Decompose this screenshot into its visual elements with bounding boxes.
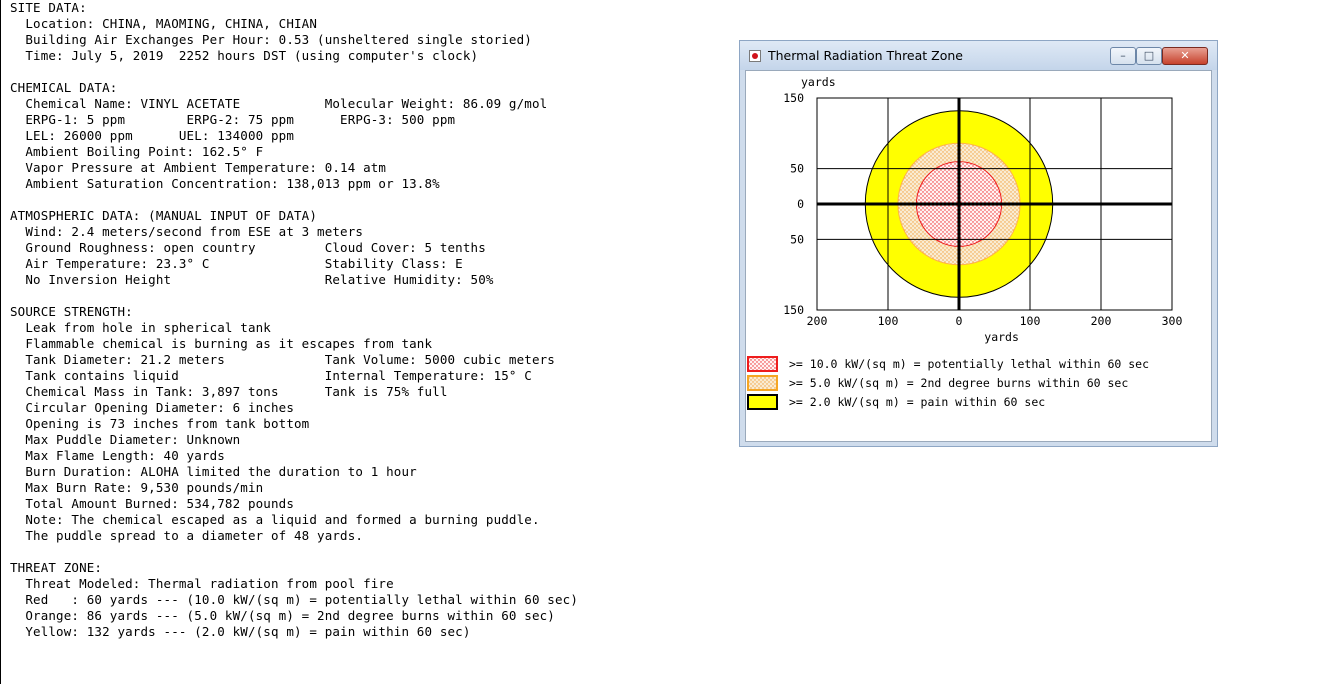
- legend-swatch-red: [747, 356, 778, 372]
- legend-swatch-yellow: [747, 394, 778, 410]
- minimize-button[interactable]: –: [1110, 47, 1136, 65]
- x-tick-label: 200: [807, 314, 828, 328]
- close-button[interactable]: ✕: [1162, 47, 1208, 65]
- report-line: Orange: 86 yards --- (5.0 kW/(sq m) = 2n…: [10, 608, 555, 623]
- window-title: Thermal Radiation Threat Zone: [768, 48, 963, 63]
- text-summary-report: SITE DATA: Location: CHINA, MAOMING, CHI…: [0, 0, 736, 684]
- x-axis-title: yards: [984, 330, 1019, 344]
- report-line: LEL: 26000 ppm UEL: 134000 ppm: [10, 128, 294, 143]
- y-axis-title: yards: [801, 75, 836, 89]
- report-line: ATMOSPHERIC DATA: (MANUAL INPUT OF DATA): [10, 208, 318, 223]
- report-line: Circular Opening Diameter: 6 inches: [10, 400, 294, 415]
- y-tick-label: 150: [783, 303, 804, 317]
- report-line: Air Temperature: 23.3° C Stability Class…: [10, 256, 463, 271]
- report-line: Ambient Saturation Concentration: 138,01…: [10, 176, 440, 191]
- report-line: Flammable chemical is burning as it esca…: [10, 336, 433, 351]
- threat-zone-window[interactable]: Thermal Radiation Threat Zone – □ ✕ 200 1…: [739, 40, 1218, 447]
- report-line: CHEMICAL DATA:: [10, 80, 118, 95]
- plot-area: 200 100 0 100 200 300 150 50 0 50 150 yards yards >= …: [745, 70, 1212, 442]
- report-line: Building Air Exchanges Per Hour: 0.53 (u…: [10, 32, 532, 47]
- legend-label-yellow: >= 2.0 kW/(sq m) = pain within 60 sec: [789, 395, 1045, 409]
- report-line: SOURCE STRENGTH:: [10, 304, 133, 319]
- report-line: Total Amount Burned: 534,782 pounds: [10, 496, 294, 511]
- report-line: Location: CHINA, MAOMING, CHINA, CHIAN: [10, 16, 318, 31]
- x-tick-label: 200: [1091, 314, 1112, 328]
- window-titlebar[interactable]: Thermal Radiation Threat Zone – □ ✕: [740, 41, 1217, 70]
- y-tick-label: 0: [797, 197, 804, 211]
- report-line: Ambient Boiling Point: 162.5° F: [10, 144, 264, 159]
- report-line: Max Flame Length: 40 yards: [10, 448, 225, 463]
- report-line: Wind: 2.4 meters/second from ESE at 3 me…: [10, 224, 364, 239]
- report-line: Tank Diameter: 21.2 meters Tank Volume: …: [10, 352, 555, 367]
- report-line: THREAT ZONE:: [10, 560, 103, 575]
- y-tick-label: 50: [790, 232, 804, 246]
- legend-swatch-orange: [747, 375, 778, 391]
- report-line: Leak from hole in spherical tank: [10, 320, 271, 335]
- report-line: The puddle spread to a diameter of 48 ya…: [10, 528, 364, 543]
- x-tick-label: 0: [956, 314, 963, 328]
- x-tick-label: 100: [878, 314, 899, 328]
- report-line: No Inversion Height Relative Humidity: 5…: [10, 272, 494, 287]
- legend-label-orange: >= 5.0 kW/(sq m) = 2nd degree burns with…: [789, 376, 1128, 390]
- report-line: Burn Duration: ALOHA limited the duratio…: [10, 464, 417, 479]
- report-line: Red : 60 yards --- (10.0 kW/(sq m) = pot…: [10, 592, 578, 607]
- report-line: Note: The chemical escaped as a liquid a…: [10, 512, 540, 527]
- report-line: Yellow: 132 yards --- (2.0 kW/(sq m) = p…: [10, 624, 471, 639]
- report-line: Max Puddle Diameter: Unknown: [10, 432, 241, 447]
- threat-zone-plot: 200 100 0 100 200 300 150 50 0 50 150 yards yards >= …: [747, 75, 1183, 410]
- x-tick-label: 100: [1020, 314, 1041, 328]
- report-line: SITE DATA:: [10, 0, 87, 15]
- report-line: ERPG-1: 5 ppm ERPG-2: 75 ppm ERPG-3: 500…: [10, 112, 456, 127]
- legend-label-red: >= 10.0 kW/(sq m) = potentially lethal w…: [789, 357, 1149, 371]
- report-line: Time: July 5, 2019 2252 hours DST (using…: [10, 48, 479, 63]
- report-line: Max Burn Rate: 9,530 pounds/min: [10, 480, 264, 495]
- report-line: Chemical Mass in Tank: 3,897 tons Tank i…: [10, 384, 448, 399]
- report-line: Vapor Pressure at Ambient Temperature: 0…: [10, 160, 387, 175]
- x-tick-label: 300: [1162, 314, 1183, 328]
- y-tick-label: 50: [790, 162, 804, 176]
- y-tick-label: 150: [783, 91, 804, 105]
- report-line: Threat Modeled: Thermal radiation from p…: [10, 576, 394, 591]
- maximize-button[interactable]: □: [1136, 47, 1162, 65]
- app-icon: [749, 50, 761, 62]
- report-line: Ground Roughness: open country Cloud Cov…: [10, 240, 486, 255]
- report-line: Tank contains liquid Internal Temperatur…: [10, 368, 532, 383]
- report-line: Opening is 73 inches from tank bottom: [10, 416, 310, 431]
- report-line: Chemical Name: VINYL ACETATE Molecular W…: [10, 96, 548, 111]
